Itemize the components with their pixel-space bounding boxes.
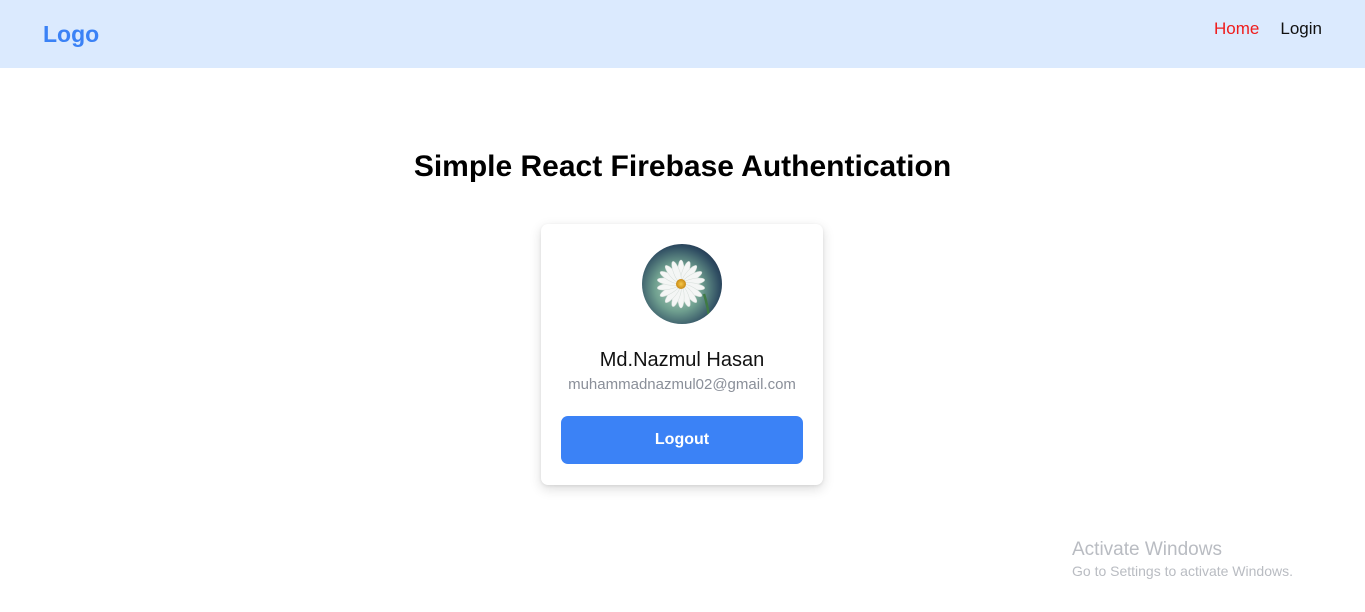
avatar: [642, 244, 722, 324]
nav-links: Home Login: [1214, 18, 1322, 40]
daisy-flower-icon: [642, 244, 722, 324]
nav-link-login[interactable]: Login: [1280, 18, 1322, 40]
watermark-title: Activate Windows: [1072, 539, 1222, 560]
nav-link-home[interactable]: Home: [1214, 18, 1259, 40]
navbar: Logo Home Login: [0, 0, 1365, 68]
watermark-subtitle: Go to Settings to activate Windows.: [1072, 563, 1293, 579]
user-email: muhammadnazmul02@gmail.com: [568, 376, 796, 393]
windows-activation-watermark: Activate Windows Go to Settings to activ…: [1072, 538, 1293, 580]
page-title: Simple React Firebase Authentication: [413, 150, 952, 183]
logo[interactable]: Logo: [43, 20, 99, 48]
user-name: Md.Nazmul Hasan: [599, 349, 765, 371]
logout-button[interactable]: Logout: [561, 416, 803, 464]
profile-card: Md.Nazmul Hasan muhammadnazmul02@gmail.c…: [541, 224, 823, 485]
